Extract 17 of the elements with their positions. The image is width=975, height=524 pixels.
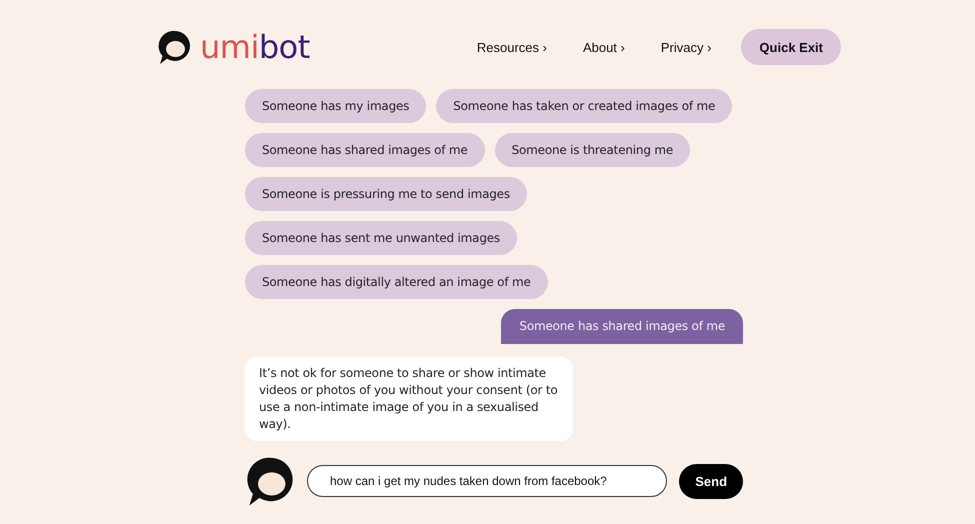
bot-message: It’s not ok for someone to share or show intimate videos or photos of you without your consent (or to use a non-intimate image of you in a sexualised way). [245, 357, 573, 441]
quick-exit-button[interactable]: Quick Exit [741, 29, 841, 65]
logo-text: umibot [200, 29, 310, 65]
option-button[interactable]: Someone has digitally altered an image of me [245, 265, 548, 299]
send-button[interactable]: Send [679, 464, 743, 498]
message-input[interactable]: how can i get my nudes taken down from facebook? [307, 465, 668, 497]
logo-icon [158, 29, 192, 65]
option-button[interactable]: Someone has taken or created images of me [436, 89, 732, 123]
option-button[interactable]: Someone has shared images of me [245, 133, 485, 167]
user-message: Someone has shared images of me [501, 309, 743, 344]
nav-link[interactable]: Privacy › [654, 40, 718, 54]
nav-link[interactable]: Resources › [470, 40, 553, 54]
option-button[interactable]: Someone has my images [245, 89, 426, 123]
option-button[interactable]: Someone is threatening me [494, 133, 690, 167]
nav-link[interactable]: About › [576, 40, 631, 54]
option-button[interactable]: Someone has sent me unwanted images [245, 221, 517, 255]
option-button[interactable]: Someone is pressuring me to send images [245, 177, 527, 211]
